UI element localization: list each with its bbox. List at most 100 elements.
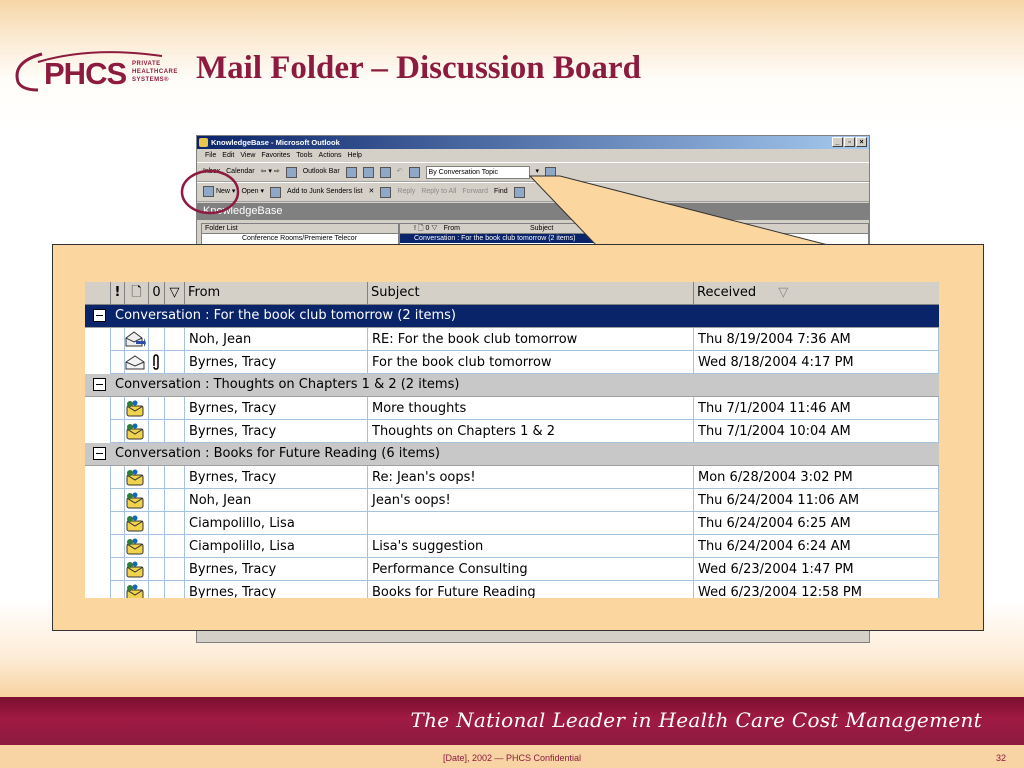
row-indent-cell <box>85 558 111 581</box>
message-row[interactable]: Byrnes, Tracy For the book club tomorrow W… <box>85 351 939 374</box>
from-cell: Byrnes, Tracy <box>185 420 368 443</box>
importance-column-header[interactable]: ! <box>111 282 125 304</box>
icon-column-header[interactable]: 🗋 <box>125 282 149 304</box>
message-row[interactable]: Noh, Jean RE: For the book club tomorrow T… <box>85 328 939 351</box>
collapse-toggle-icon[interactable] <box>93 378 106 391</box>
attachment-cell <box>149 397 165 420</box>
received-cell: Thu 8/19/2004 7:36 AM <box>694 328 939 351</box>
conversation-group-row[interactable]: Conversation : Books for Future Reading … <box>85 443 939 466</box>
flag-cell <box>165 535 185 558</box>
row-indent-cell <box>85 420 111 443</box>
message-row[interactable]: Byrnes, Tracy Thoughts on Chapters 1 & 2T… <box>85 420 939 443</box>
message-row[interactable]: Ciampolillo, Lisa Lisa's suggestion Thu 6/… <box>85 535 939 558</box>
subject-cell: More thoughts <box>368 397 694 420</box>
subject-column-header[interactable]: Subject <box>368 282 694 304</box>
importance-cell <box>111 351 125 374</box>
paperclip-icon <box>151 354 161 370</box>
importance-cell <box>111 512 125 535</box>
post-icon <box>124 561 146 578</box>
message-row[interactable]: Byrnes, Tracy Re: Jean's oops! Mon 6/28/20… <box>85 466 939 489</box>
subject-cell: Lisa's suggestion <box>368 535 694 558</box>
row-indent-cell <box>85 466 111 489</box>
post-icon <box>124 492 146 509</box>
row-indent-cell <box>85 581 111 598</box>
importance-cell <box>111 420 125 443</box>
message-row[interactable]: Ciampolillo, Lisa Thu 6/24/2004 6:25 AM <box>85 512 939 535</box>
post-icon <box>124 400 146 417</box>
open-envelope-icon <box>124 354 146 371</box>
received-cell: Wed 8/18/2004 4:17 PM <box>694 351 939 374</box>
from-column-header[interactable]: From <box>185 282 368 304</box>
row-indent-cell <box>85 328 111 351</box>
attachment-cell <box>149 581 165 598</box>
received-column-header[interactable]: Received ▽ <box>694 282 939 304</box>
received-header-label: Received <box>697 285 757 300</box>
from-cell: Noh, Jean <box>185 489 368 512</box>
row-indent-cell <box>85 397 111 420</box>
subject-cell: Performance Consulting <box>368 558 694 581</box>
importance-cell <box>111 489 125 512</box>
conversation-group-label: Conversation : Thoughts on Chapters 1 & … <box>115 377 460 392</box>
received-cell: Wed 6/23/2004 1:47 PM <box>694 558 939 581</box>
message-row[interactable]: Byrnes, Tracy Performance Consulting Wed 6… <box>85 558 939 581</box>
subject-cell: RE: For the book club tomorrow <box>368 328 694 351</box>
subject-cell: Re: Jean's oops! <box>368 466 694 489</box>
from-cell: Byrnes, Tracy <box>185 466 368 489</box>
post-icon <box>124 538 146 555</box>
from-cell: Noh, Jean <box>185 328 368 351</box>
page-number: 32 <box>995 753 1006 763</box>
tagline: The National Leader in Health Care Cost … <box>410 708 982 732</box>
row-indent-cell <box>85 535 111 558</box>
flag-cell <box>165 328 185 351</box>
received-cell: Mon 6/28/2004 3:02 PM <box>694 466 939 489</box>
post-icon <box>124 515 146 532</box>
subject-cell: Books for Future Reading <box>368 581 694 598</box>
read-reply-icon <box>124 331 146 348</box>
attachment-cell <box>149 535 165 558</box>
attachment-cell <box>149 328 165 351</box>
flag-cell <box>165 558 185 581</box>
subject-cell <box>368 512 694 535</box>
attachment-cell <box>149 489 165 512</box>
received-cell: Thu 7/1/2004 10:04 AM <box>694 420 939 443</box>
attachment-cell <box>149 558 165 581</box>
received-cell: Thu 6/24/2004 6:25 AM <box>694 512 939 535</box>
conversation-group-row[interactable]: Conversation : Thoughts on Chapters 1 & … <box>85 374 939 397</box>
zoomed-message-list: ! 🗋 0 ▽ From Subject Received ▽ Conversa… <box>85 282 939 598</box>
flag-column-header[interactable]: ▽ <box>165 282 185 304</box>
sort-descending-icon: ▽ <box>778 285 789 300</box>
importance-cell <box>111 397 125 420</box>
flag-cell <box>165 581 185 598</box>
importance-cell <box>111 558 125 581</box>
from-cell: Byrnes, Tracy <box>185 581 368 598</box>
message-row[interactable]: Byrnes, Tracy Books for Future Reading Wed… <box>85 581 939 598</box>
importance-cell <box>111 466 125 489</box>
conversation-group-label: Conversation : Books for Future Reading … <box>115 446 440 461</box>
collapse-toggle-icon[interactable] <box>93 447 106 460</box>
received-cell: Thu 6/24/2004 6:24 AM <box>694 535 939 558</box>
attachment-column-header[interactable]: 0 <box>149 282 165 304</box>
post-icon <box>124 469 146 486</box>
footer-confidential: [Date], 2002 — PHCS Confidential <box>442 753 582 763</box>
collapse-toggle-icon[interactable] <box>93 309 106 322</box>
subject-cell: For the book club tomorrow <box>368 351 694 374</box>
header-spacer <box>85 282 111 304</box>
from-cell: Byrnes, Tracy <box>185 397 368 420</box>
importance-cell <box>111 535 125 558</box>
received-cell: Thu 6/24/2004 11:06 AM <box>694 489 939 512</box>
conversation-group-row[interactable]: Conversation : For the book club tomorro… <box>85 305 939 328</box>
row-indent-cell <box>85 489 111 512</box>
from-cell: Byrnes, Tracy <box>185 558 368 581</box>
flag-cell <box>165 512 185 535</box>
attachment-cell <box>149 466 165 489</box>
message-row[interactable]: Noh, Jean Jean's oops! Thu 6/24/2004 11:06… <box>85 489 939 512</box>
row-indent-cell <box>85 351 111 374</box>
received-cell: Thu 7/1/2004 11:46 AM <box>694 397 939 420</box>
flag-cell <box>165 351 185 374</box>
post-icon <box>124 423 146 440</box>
row-indent-cell <box>85 512 111 535</box>
importance-cell <box>111 328 125 351</box>
flag-cell <box>165 420 185 443</box>
message-row[interactable]: Byrnes, Tracy More thoughts Thu 7/1/2004 1… <box>85 397 939 420</box>
flag-cell <box>165 397 185 420</box>
